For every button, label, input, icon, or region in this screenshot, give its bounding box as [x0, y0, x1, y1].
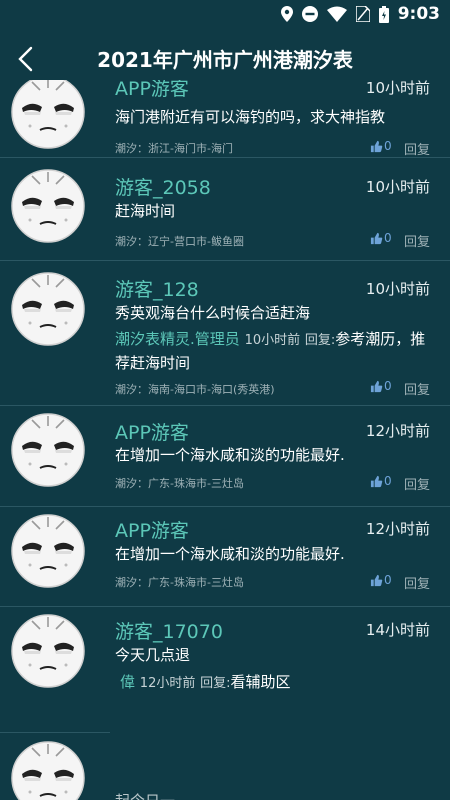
- location-icon: [280, 6, 293, 22]
- reply-button[interactable]: 回复: [404, 573, 430, 592]
- comment-location: 潮汐：广东-珠海市-三灶岛: [115, 576, 244, 589]
- comment-message: 起今日一: [115, 790, 430, 800]
- comment-username[interactable]: 游客_2058: [115, 173, 211, 200]
- like-button[interactable]: 0: [370, 139, 392, 153]
- avatar[interactable]: [10, 271, 86, 347]
- status-bar: 9:03: [0, 0, 450, 30]
- reply-button[interactable]: 回复: [404, 139, 430, 158]
- reply-time: 10小时前: [244, 333, 301, 348]
- comment-location: 潮汐：浙江-海门市-海门: [115, 142, 233, 155]
- avatar[interactable]: [10, 80, 86, 150]
- comment-username[interactable]: APP游客: [115, 80, 189, 101]
- reply-time: 12小时前: [139, 676, 196, 691]
- thumbs-up-icon: [370, 574, 383, 587]
- comment-time: 10小时前: [365, 178, 430, 196]
- like-button[interactable]: 0: [370, 231, 392, 245]
- avatar[interactable]: [10, 740, 86, 800]
- page-title: 2021年广州市广州港潮汐表: [97, 48, 353, 72]
- reply-author[interactable]: 潮汐表精灵.管理员: [115, 330, 240, 348]
- comment-item: APP游客 12小时前 在增加一个海水咸和淡的功能最好. 潮汐：广东-珠海市-三…: [0, 406, 450, 506]
- comment-time: 10小时前: [365, 280, 430, 298]
- reply-button[interactable]: 回复: [404, 379, 430, 398]
- like-count: 0: [384, 474, 392, 488]
- reply-label: 回复:: [200, 676, 231, 691]
- status-time: 9:03: [397, 4, 440, 24]
- comment-username[interactable]: 游客_17070: [115, 617, 223, 644]
- comment-username[interactable]: 游客_128: [115, 275, 199, 302]
- reply-author[interactable]: 偉: [120, 673, 135, 691]
- comment-item: 游客_128 10小时前 秀英观海台什么时候合适赶海 潮汐表精灵.管理员 10小…: [0, 261, 450, 405]
- thumbs-up-icon: [370, 475, 383, 488]
- thumbs-up-icon: [370, 232, 383, 245]
- do-not-disturb-icon: [301, 6, 318, 22]
- title-bar: 2021年广州市广州港潮汐表: [0, 30, 450, 86]
- no-sim-icon: [355, 6, 370, 22]
- like-count: 0: [384, 379, 392, 393]
- wifi-icon: [326, 6, 347, 22]
- comment-message: 在增加一个海水咸和淡的功能最好.: [115, 545, 345, 563]
- thumbs-up-icon: [370, 380, 383, 393]
- like-count: 0: [384, 139, 392, 153]
- comment-time: 12小时前: [365, 422, 430, 440]
- reply-button[interactable]: 回复: [404, 231, 430, 250]
- comment-item: 游客_2058 10小时前 赶海时间 潮汐：辽宁-营口市-鲅鱼圈 0 回复: [0, 158, 450, 260]
- battery-icon: [378, 5, 389, 23]
- comment-message: 赶海时间: [115, 202, 176, 220]
- reply-text: 看辅助区: [230, 673, 291, 691]
- avatar[interactable]: [10, 613, 86, 689]
- comment-item: 起今日一: [0, 733, 450, 800]
- comment-message: 秀英观海台什么时候合适赶海: [115, 304, 311, 322]
- like-button[interactable]: 0: [370, 573, 392, 587]
- comment-time: 10小时前: [365, 80, 430, 97]
- comment-location: 潮汐：广东-珠海市-三灶岛: [115, 477, 244, 490]
- comment-username[interactable]: APP游客: [115, 418, 189, 445]
- reply-label: 回复:: [304, 333, 336, 348]
- comment-location: 潮汐：海南-海口市-海口(秀英港): [115, 383, 275, 396]
- user-reply: 偉 12小时前 回复:看辅助区: [120, 671, 440, 695]
- comment-message: 今天几点退: [115, 646, 191, 664]
- admin-reply: 潮汐表精灵.管理员 10小时前 回复:参考潮历，推荐赶海时间: [115, 328, 435, 374]
- comment-item: 游客_17070 14小时前 今天几点退 偉 12小时前 回复:看辅助区: [0, 607, 450, 727]
- avatar[interactable]: [10, 513, 86, 589]
- thumbs-up-icon: [370, 140, 383, 153]
- like-count: 0: [384, 231, 392, 245]
- comment-message: 在增加一个海水咸和淡的功能最好.: [115, 446, 345, 464]
- like-count: 0: [384, 573, 392, 587]
- like-button[interactable]: 0: [370, 379, 392, 393]
- comment-list[interactable]: APP游客 10小时前 海门港附近有可以海钓的吗，求大神指教 潮汐：浙江-海门市…: [0, 80, 450, 800]
- comment-message: 海门港附近有可以海钓的吗，求大神指教: [115, 108, 386, 126]
- comment-time: 12小时前: [365, 520, 430, 538]
- like-button[interactable]: 0: [370, 474, 392, 488]
- reply-button[interactable]: 回复: [404, 474, 430, 493]
- avatar[interactable]: [10, 168, 86, 244]
- comment-item: APP游客 12小时前 在增加一个海水咸和淡的功能最好. 潮汐：广东-珠海市-三…: [0, 507, 450, 607]
- comment-location: 潮汐：辽宁-营口市-鲅鱼圈: [115, 235, 244, 248]
- comment-item: APP游客 10小时前 海门港附近有可以海钓的吗，求大神指教 潮汐：浙江-海门市…: [0, 80, 450, 158]
- avatar[interactable]: [10, 412, 86, 488]
- comment-time: 14小时前: [365, 621, 430, 639]
- comment-username[interactable]: APP游客: [115, 516, 189, 543]
